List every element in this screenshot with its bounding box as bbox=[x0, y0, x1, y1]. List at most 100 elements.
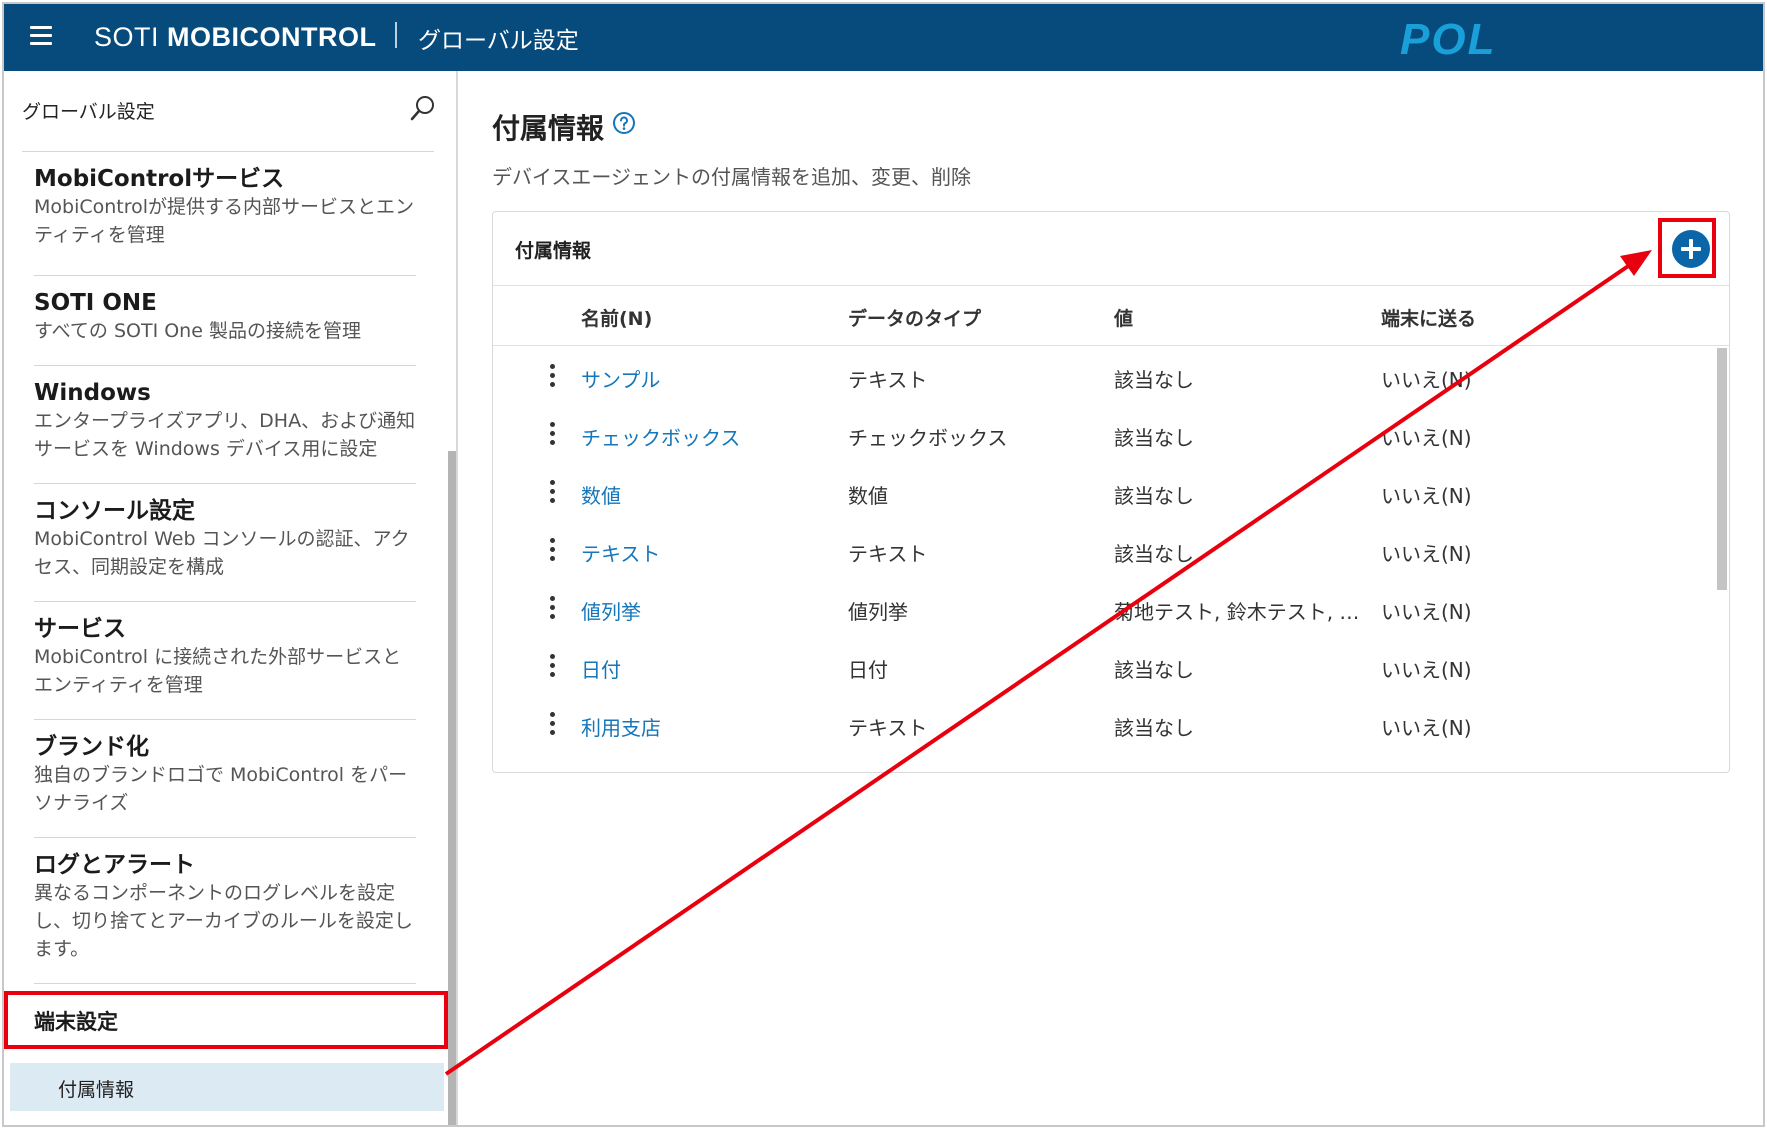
page-description: デバイスエージェントの付属情報を追加、変更、削除 bbox=[492, 165, 971, 189]
sidebar-separator bbox=[34, 837, 416, 838]
attribute-value: 該当なし bbox=[1114, 658, 1194, 682]
attribute-send: いいえ(N) bbox=[1381, 716, 1472, 740]
sidebar-separator bbox=[34, 275, 416, 276]
brand-bold: MOBICONTROL bbox=[167, 22, 377, 52]
column-header-name[interactable]: 名前(N) bbox=[581, 304, 652, 331]
sidebar-item-desc: エンタープライズアプリ、DHA、および通知サービスを Windows デバイス用… bbox=[34, 410, 416, 460]
column-header-value[interactable]: 値 bbox=[1114, 304, 1133, 331]
sidebar-item-branding[interactable]: ブランド化 独自のブランドロゴで MobiControl をパーソナライズ bbox=[34, 733, 416, 817]
table-row: サンプル テキスト 該当なし いいえ(N) bbox=[493, 346, 1713, 412]
row-menu-icon[interactable] bbox=[547, 422, 557, 450]
sidebar-separator bbox=[34, 365, 416, 366]
table-row: 利用支店 テキスト 該当なし いいえ(N) bbox=[493, 694, 1713, 760]
sidebar-item-title: MobiControlサービス bbox=[34, 166, 285, 192]
attribute-type: 値列挙 bbox=[848, 600, 908, 624]
brand-logo: SOTI MOBICONTROL bbox=[94, 22, 377, 53]
attribute-type: 日付 bbox=[848, 658, 888, 682]
attribute-send: いいえ(N) bbox=[1381, 426, 1472, 450]
attribute-type: チェックボックス bbox=[848, 426, 1008, 450]
brand-light: SOTI bbox=[94, 22, 168, 52]
table-row: 値列挙 値列挙 菊地テスト, 鈴木テスト, … いいえ(N) bbox=[493, 578, 1713, 644]
sidebar-item-desc: MobiControl Web コンソールの認証、アクセス、同期設定を構成 bbox=[34, 528, 410, 578]
sidebar-item-title: サービス bbox=[34, 616, 126, 642]
sidebar-item-title: ブランド化 bbox=[34, 734, 149, 760]
sidebar-item-services[interactable]: サービス MobiControl に接続された外部サービスとエンティティを管理 bbox=[34, 615, 416, 699]
row-menu-icon[interactable] bbox=[547, 538, 557, 566]
sidebar-separator bbox=[34, 983, 416, 984]
row-menu-icon[interactable] bbox=[547, 654, 557, 682]
row-menu-icon[interactable] bbox=[547, 596, 557, 624]
sidebar-scrollbar[interactable] bbox=[448, 451, 456, 1125]
sidebar-item-mobicontrol-services[interactable]: MobiControlサービス MobiControlが提供する内部サービスとエ… bbox=[34, 165, 416, 249]
attribute-send: いいえ(N) bbox=[1381, 542, 1472, 566]
sidebar-item-title: コンソール設定 bbox=[34, 498, 195, 524]
sidebar-item-desc: すべての SOTI One 製品の接続を管理 bbox=[34, 320, 361, 342]
row-menu-icon[interactable] bbox=[547, 712, 557, 740]
annotation-highlight-add-button bbox=[1658, 218, 1716, 278]
app-window: SOTI MOBICONTROL グローバル設定 POL グローバル設定 Mob… bbox=[2, 2, 1765, 1127]
table-header: 名前(N) データのタイプ 値 端末に送る bbox=[493, 286, 1729, 346]
attribute-value: 該当なし bbox=[1114, 368, 1194, 392]
column-header-type[interactable]: データのタイプ bbox=[848, 304, 981, 331]
attribute-name-link[interactable]: 利用支店 bbox=[581, 712, 661, 741]
sidebar-separator bbox=[34, 601, 416, 602]
main-content: 付属情報 デバイスエージェントの付属情報を追加、変更、削除 付属情報 名前(N)… bbox=[460, 71, 1763, 1125]
column-header-send[interactable]: 端末に送る bbox=[1381, 304, 1476, 331]
attribute-name-link[interactable]: テキスト bbox=[581, 538, 660, 567]
card-header: 付属情報 bbox=[493, 212, 1729, 286]
sidebar-item-desc: 異なるコンポーネントのログレベルを設定し、切り捨てとアーカイブのルールを設定しま… bbox=[34, 882, 413, 960]
sidebar-item-desc: MobiControl に接続された外部サービスとエンティティを管理 bbox=[34, 646, 402, 696]
sidebar-item-logs-alerts[interactable]: ログとアラート 異なるコンポーネントのログレベルを設定し、切り捨てとアーカイブの… bbox=[34, 851, 416, 963]
attribute-type: テキスト bbox=[848, 368, 928, 392]
attribute-name-link[interactable]: チェックボックス bbox=[581, 422, 740, 451]
page-title: 付属情報 bbox=[492, 112, 605, 145]
sidebar-item-console-settings[interactable]: コンソール設定 MobiControl Web コンソールの認証、アクセス、同期… bbox=[34, 497, 416, 581]
sidebar: グローバル設定 MobiControlサービス MobiControlが提供する… bbox=[4, 71, 458, 1125]
attribute-name-link[interactable]: 日付 bbox=[581, 654, 621, 683]
attribute-type: テキスト bbox=[848, 716, 928, 740]
sidebar-item-desc: 独自のブランドロゴで MobiControl をパーソナライズ bbox=[34, 764, 408, 814]
attribute-value: 該当なし bbox=[1114, 484, 1194, 508]
sidebar-item-desc: MobiControlが提供する内部サービスとエンティティを管理 bbox=[34, 196, 415, 246]
sidebar-item-windows[interactable]: Windows エンタープライズアプリ、DHA、および通知サービスを Windo… bbox=[34, 379, 416, 463]
help-icon[interactable] bbox=[612, 111, 636, 135]
attribute-send: いいえ(N) bbox=[1381, 484, 1472, 508]
sidebar-item-title: Windows bbox=[34, 380, 151, 406]
attribute-value: 該当なし bbox=[1114, 426, 1194, 450]
table-row: 数値 数値 該当なし いいえ(N) bbox=[493, 462, 1713, 528]
sidebar-divider bbox=[22, 151, 434, 152]
table-row: 日付 日付 該当なし いいえ(N) bbox=[493, 636, 1713, 702]
sidebar-separator bbox=[34, 719, 416, 720]
attribute-type: 数値 bbox=[848, 484, 888, 508]
row-menu-icon[interactable] bbox=[547, 480, 557, 508]
sidebar-item-custom-attributes[interactable]: 付属情報 bbox=[10, 1063, 444, 1111]
attribute-value: 該当なし bbox=[1114, 542, 1194, 566]
attribute-value: 菊地テスト, 鈴木テスト, … bbox=[1114, 600, 1360, 624]
attribute-name-link[interactable]: サンプル bbox=[581, 364, 660, 393]
table-scrollbar[interactable] bbox=[1717, 348, 1727, 590]
hamburger-menu-icon[interactable] bbox=[30, 26, 54, 48]
row-menu-icon[interactable] bbox=[547, 364, 557, 392]
attribute-value: 該当なし bbox=[1114, 716, 1194, 740]
top-bar: SOTI MOBICONTROL グローバル設定 POL bbox=[4, 4, 1763, 71]
sidebar-separator bbox=[34, 483, 416, 484]
sidebar-item-soti-one[interactable]: SOTI ONE すべての SOTI One 製品の接続を管理 bbox=[34, 289, 416, 345]
attribute-send: いいえ(N) bbox=[1381, 368, 1472, 392]
header-page-title: グローバル設定 bbox=[418, 28, 579, 54]
pol-logo-text: POL bbox=[1400, 15, 1496, 62]
table-row: チェックボックス チェックボックス 該当なし いいえ(N) bbox=[493, 404, 1713, 470]
table-row: テキスト テキスト 該当なし いいえ(N) bbox=[493, 520, 1713, 586]
brand-divider bbox=[395, 22, 397, 48]
sidebar-item-title: SOTI ONE bbox=[34, 290, 157, 316]
pol-logo: POL bbox=[1400, 15, 1496, 62]
sidebar-search-label: グローバル設定 bbox=[22, 101, 155, 123]
attribute-send: いいえ(N) bbox=[1381, 658, 1472, 682]
annotation-highlight-sidebar bbox=[4, 991, 448, 1049]
attribute-name-link[interactable]: 値列挙 bbox=[581, 596, 641, 625]
attribute-name-link[interactable]: 数値 bbox=[581, 480, 621, 509]
attributes-card: 付属情報 名前(N) データのタイプ 値 端末に送る サンプル テキスト 該当な… bbox=[492, 211, 1730, 773]
search-icon[interactable] bbox=[408, 93, 438, 123]
card-title: 付属情報 bbox=[515, 240, 592, 262]
attribute-type: テキスト bbox=[848, 542, 928, 566]
attribute-send: いいえ(N) bbox=[1381, 600, 1472, 624]
